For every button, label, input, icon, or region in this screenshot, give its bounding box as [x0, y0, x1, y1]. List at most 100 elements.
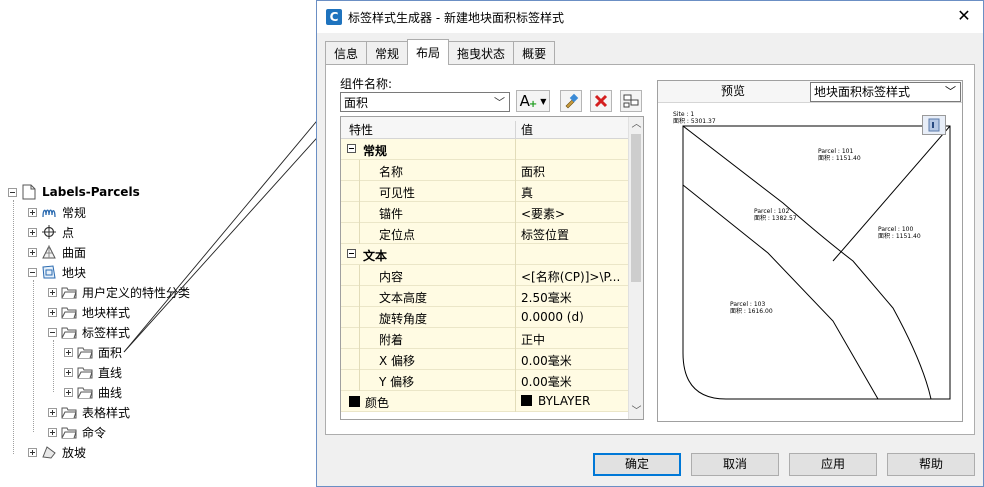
app-icon: C	[326, 9, 342, 25]
apply-button[interactable]: 应用	[789, 453, 877, 476]
property-row[interactable]: 定位点 标签位置	[341, 223, 629, 244]
tree-item-label-styles[interactable]: 标签样式	[48, 323, 130, 341]
preview-style-select[interactable]: 地块面积标签样式 ﹀	[810, 82, 961, 102]
tree-item-general[interactable]: 常规	[28, 203, 86, 221]
tab-information[interactable]: 信息	[325, 41, 368, 65]
tab-summary[interactable]: 概要	[513, 41, 556, 65]
property-row[interactable]: 锚件 <要素>	[341, 202, 629, 223]
copy-component-button[interactable]	[560, 90, 582, 112]
expand-icon[interactable]	[48, 287, 57, 297]
tab-layout[interactable]: 布局	[407, 39, 450, 65]
property-row[interactable]: 内容 <[名称(CP)]>\P...	[341, 265, 629, 286]
tree-item-grading[interactable]: 放坡	[28, 443, 86, 461]
preview-header: 预览 地块面积标签样式 ﹀	[658, 81, 962, 103]
property-row[interactable]: X 偏移 0.00毫米	[341, 349, 629, 370]
component-name-label: 组件名称:	[340, 77, 393, 91]
tree-item-parcel-styles[interactable]: 地块样式	[48, 303, 130, 321]
help-button[interactable]: 帮助	[887, 453, 975, 476]
title-bar[interactable]: C 标签样式生成器 - 新建地块面积标签样式 ✕	[317, 1, 983, 33]
property-value[interactable]: 0.00毫米	[521, 373, 572, 390]
expand-icon[interactable]	[64, 367, 73, 377]
property-grid[interactable]: 特性 值 常规 名称 面积 可见性 真 锚件 <要素> 定位点 标签位置 文本 …	[340, 116, 644, 420]
folder-icon	[76, 364, 94, 380]
property-row[interactable]: 名称 面积	[341, 160, 629, 181]
property-value[interactable]: 面积	[521, 163, 545, 180]
preview-drawing: Site : 1 面积 : 5301.37 Parcel : 101 面积 : …	[673, 111, 951, 400]
property-value[interactable]: 2.50毫米	[521, 289, 572, 306]
tree-item-parcel[interactable]: 地块	[28, 263, 86, 281]
property-row[interactable]: Y 偏移 0.00毫米	[341, 370, 629, 391]
collapse-icon[interactable]	[8, 187, 17, 197]
property-value[interactable]: <要素>	[521, 205, 565, 222]
property-name: 颜色	[365, 396, 390, 410]
parcel-label: Parcel : 101	[818, 148, 853, 155]
category-label: 常规	[363, 144, 388, 158]
expand-icon[interactable]	[64, 387, 73, 397]
add-component-button[interactable]: A + ▼	[516, 90, 550, 112]
property-name: 名称	[379, 165, 404, 179]
property-value[interactable]: 0.0000 (d)	[521, 310, 584, 324]
close-button[interactable]: ✕	[955, 7, 973, 25]
cancel-button[interactable]: 取消	[691, 453, 779, 476]
property-name: 文本高度	[379, 291, 428, 305]
tree-root[interactable]: Labels-Parcels	[8, 183, 140, 201]
tree-item-point[interactable]: 点	[28, 223, 74, 241]
scroll-down-icon[interactable]: ﹀	[629, 404, 643, 419]
tab-dragged-state[interactable]: 拖曳状态	[448, 41, 515, 65]
category-general[interactable]: 常规	[341, 139, 629, 160]
tree-item-area[interactable]: 面积	[64, 343, 122, 361]
tree-item-label: 命令	[82, 425, 107, 440]
color-swatch-icon	[521, 395, 532, 406]
scroll-up-icon[interactable]: ︿	[629, 117, 643, 132]
expand-icon[interactable]	[48, 407, 57, 417]
property-value[interactable]: 真	[521, 184, 533, 201]
tree-item-label: 常规	[62, 205, 87, 220]
site-area: 面积 : 5301.37	[673, 117, 716, 125]
parcel-label: Parcel : 100	[878, 226, 913, 233]
property-value[interactable]: 正中	[521, 331, 545, 348]
property-row[interactable]: 旋转角度 0.0000 (d)	[341, 307, 629, 328]
delete-component-button[interactable]	[590, 90, 612, 112]
tree-item-surface[interactable]: 曲面	[28, 243, 86, 261]
expand-icon[interactable]	[48, 307, 57, 317]
collapse-icon[interactable]	[28, 267, 37, 277]
property-value[interactable]: 标签位置	[521, 226, 569, 243]
tree-item-label: 地块	[62, 265, 87, 280]
component-order-button[interactable]	[620, 90, 642, 112]
grid-scrollbar[interactable]: ︿ ﹀	[628, 117, 643, 419]
ok-button[interactable]: 确定	[593, 453, 681, 476]
view-cube-icon[interactable]	[922, 115, 946, 135]
property-row[interactable]: 文本高度 2.50毫米	[341, 286, 629, 307]
tree-item-line[interactable]: 直线	[64, 363, 122, 381]
property-row[interactable]: 可见性 真	[341, 181, 629, 202]
category-text[interactable]: 文本	[341, 244, 629, 265]
folder-icon	[60, 424, 78, 440]
tree-item-label: 曲面	[62, 245, 87, 260]
property-value[interactable]: 0.00毫米	[521, 352, 572, 369]
expand-icon[interactable]	[28, 447, 37, 457]
tree-item-table-styles[interactable]: 表格样式	[48, 403, 130, 421]
expand-icon[interactable]	[48, 427, 57, 437]
collapse-icon[interactable]	[48, 327, 57, 337]
component-name-select[interactable]: 面积 ﹀	[340, 92, 510, 112]
tree-item-commands[interactable]: 命令	[48, 423, 106, 441]
tree-item-user-defined-classification[interactable]: 用户定义的特性分类	[48, 283, 190, 301]
expand-icon[interactable]	[28, 207, 37, 217]
property-row[interactable]: 颜色 BYLAYER	[341, 391, 629, 412]
category-label: 文本	[363, 249, 388, 263]
red-x-icon	[594, 94, 608, 108]
dialog-title: 标签样式生成器 - 新建地块面积标签样式	[348, 10, 564, 25]
tree-item-curve[interactable]: 曲线	[64, 383, 122, 401]
property-value[interactable]: <[名称(CP)]>\P...	[521, 268, 620, 285]
property-row[interactable]: 附着 正中	[341, 328, 629, 349]
layout-tab-panel: 组件名称: 面积 ﹀ A + ▼ 特性 值 常规 名称 面积 可见性 真 锚件 …	[325, 64, 975, 435]
tab-general[interactable]: 常规	[366, 41, 409, 65]
expand-icon[interactable]	[28, 227, 37, 237]
property-value[interactable]: BYLAYER	[521, 394, 590, 408]
expand-icon[interactable]	[64, 347, 73, 357]
collapse-icon[interactable]	[347, 249, 356, 258]
scrollbar-thumb[interactable]	[631, 134, 641, 282]
collapse-icon[interactable]	[347, 144, 356, 153]
expand-icon[interactable]	[28, 247, 37, 257]
general-icon	[40, 204, 58, 220]
